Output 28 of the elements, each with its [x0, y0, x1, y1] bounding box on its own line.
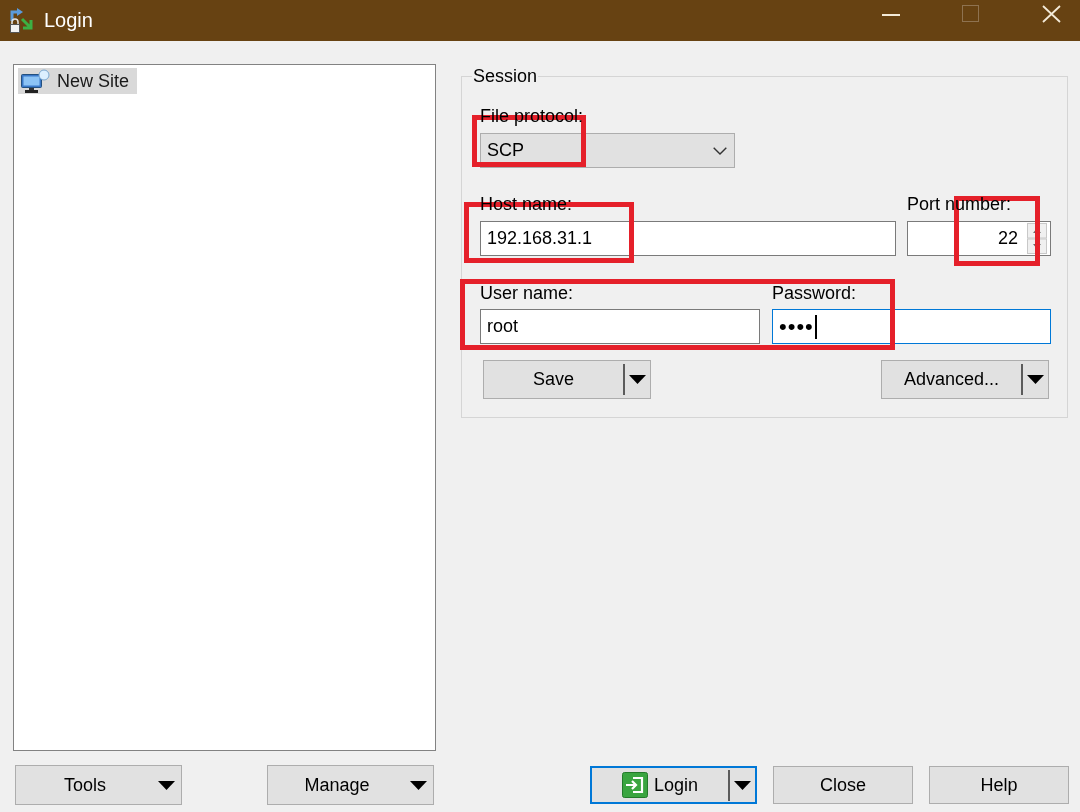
site-tree-item[interactable]: New Site — [18, 68, 138, 94]
help-button[interactable]: Help — [929, 766, 1069, 804]
login-button[interactable]: Login — [590, 766, 757, 804]
save-button[interactable]: Save — [483, 360, 651, 399]
port-number-field[interactable]: 22 — [907, 221, 1051, 256]
window-title: Login — [44, 9, 93, 32]
monitor-icon — [20, 69, 50, 93]
advanced-button[interactable]: Advanced... — [881, 360, 1049, 399]
close-button[interactable]: Close — [773, 766, 913, 804]
close-icon[interactable] — [1042, 5, 1061, 23]
host-name-field[interactable]: 192.168.31.1 — [480, 221, 896, 256]
caret-down-icon — [734, 780, 751, 790]
manage-button[interactable]: Manage — [267, 765, 434, 805]
user-name-label: User name: — [480, 283, 574, 303]
caret-down-icon — [629, 375, 646, 384]
chevron-down-icon — [713, 146, 727, 155]
session-group-title: Session — [472, 66, 539, 86]
tools-button[interactable]: Tools — [15, 765, 182, 805]
password-label: Password: — [772, 283, 857, 303]
text-cursor-icon — [814, 314, 817, 339]
caret-down-icon — [1027, 375, 1044, 384]
password-field[interactable]: •••• — [772, 309, 1051, 344]
spinner-arrows-icon[interactable] — [1027, 223, 1047, 254]
arrows-lock-icon — [8, 7, 36, 34]
file-protocol-dropdown[interactable]: SCP — [480, 133, 735, 168]
user-name-field[interactable]: root — [480, 309, 760, 344]
caret-down-icon — [158, 780, 175, 790]
caret-down-icon — [410, 780, 427, 790]
